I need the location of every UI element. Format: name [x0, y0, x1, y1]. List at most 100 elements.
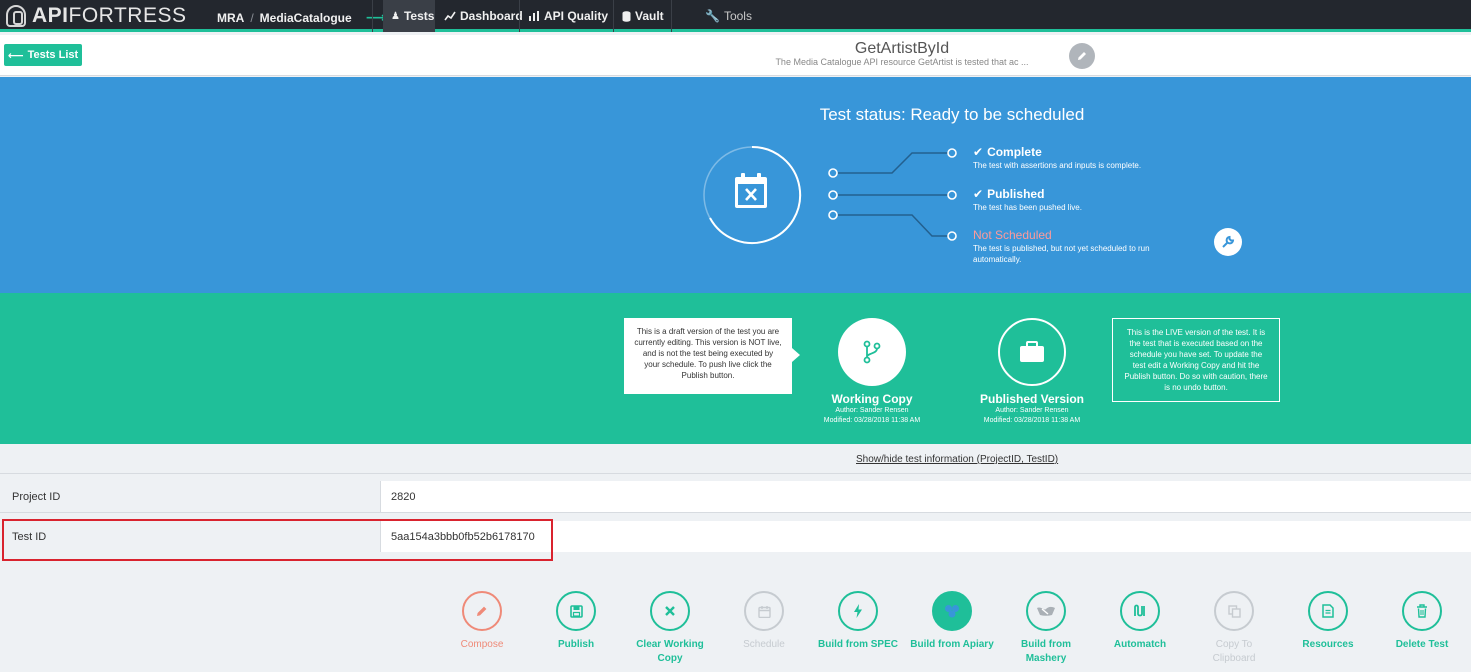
build-from-spec-button[interactable]: Build from SPEC	[808, 591, 908, 652]
fortress-logo-icon	[6, 5, 26, 27]
resources-button[interactable]: Resources	[1278, 591, 1378, 652]
copy-icon	[1227, 604, 1241, 618]
git-branch-icon	[863, 340, 881, 364]
project-id-value[interactable]: 2820	[380, 481, 1471, 512]
checkmark-icon: ✔	[973, 145, 984, 159]
step-name: Published	[987, 187, 1045, 201]
breadcrumb-collection[interactable]: MediaCatalogue	[260, 11, 352, 25]
resources-label: Resources	[1302, 639, 1354, 650]
test-id-highlight	[2, 519, 553, 561]
copy-label-line2: Clipboard	[1212, 653, 1256, 664]
project-id-label: Project ID	[12, 491, 61, 503]
apiary-icon	[945, 605, 959, 618]
test-title-bar: ⟵ Tests List GetArtistById The Media Cat…	[0, 35, 1471, 76]
pencil-icon	[1078, 52, 1086, 60]
nav-tab-label: Vault	[635, 9, 664, 23]
nav-tab-api-quality[interactable]: API Quality	[520, 0, 616, 32]
status-connector-lines	[828, 148, 957, 241]
nav-tab-label: Tools	[723, 9, 752, 23]
copy-to-clipboard-button[interactable]: Copy To Clipboard	[1184, 591, 1284, 666]
versions-panel: This is a draft version of the test you …	[0, 293, 1471, 444]
build-from-mashery-button[interactable]: Build from Mashery	[996, 591, 1096, 666]
publish-button[interactable]: Publish	[526, 591, 626, 652]
tests-list-button[interactable]: ⟵ Tests List	[4, 44, 82, 66]
nav-divider	[372, 0, 373, 32]
build-from-apiary-button[interactable]: Build from Apiary	[902, 591, 1002, 652]
arrow-left-icon: ⟵	[7, 49, 24, 62]
mashery-label-line2: Mashery	[1025, 653, 1067, 664]
test-actions-bar: Compose Publish Clear Working Copy Schedu…	[0, 561, 1471, 672]
working-copy-button[interactable]	[838, 318, 906, 386]
published-version-title: Published Version	[979, 392, 1085, 406]
status-heading: Test status: Ready to be scheduled	[819, 105, 1085, 124]
schedule-label: Schedule	[743, 639, 785, 650]
status-step-published: ✔ Published The test has been pushed live…	[973, 187, 1183, 213]
working-copy-info: Working Copy Author: Sander Rensen Modif…	[802, 392, 942, 426]
automatch-icon	[1134, 604, 1145, 617]
mashery-icon	[1037, 606, 1055, 616]
checkmark-icon: ✔	[973, 187, 984, 201]
published-version-button[interactable]	[998, 318, 1066, 386]
live-version-note: This is the LIVE version of the test. It…	[1112, 318, 1280, 402]
nav-tab-label: API Quality	[544, 9, 609, 23]
save-icon	[569, 604, 583, 618]
document-icon	[1322, 604, 1334, 618]
delete-test-label: Delete Test	[1395, 639, 1449, 650]
nav-divider	[671, 0, 672, 32]
breadcrumb-project[interactable]: MRA	[217, 11, 244, 25]
build-from-spec-label: Build from SPEC	[817, 639, 898, 650]
logo-fortress-text: FORTRESS	[68, 4, 187, 27]
step-description: The test with assertions and inputs is c…	[973, 161, 1142, 170]
pencil-icon	[477, 606, 487, 616]
breadcrumb: MRA / MediaCatalogue ⟶	[217, 9, 386, 26]
compose-button[interactable]: Compose	[432, 591, 532, 652]
delete-test-button[interactable]: Delete Test	[1372, 591, 1471, 652]
show-hide-info-link[interactable]: Show/hide test information (ProjectID, T…	[856, 454, 1058, 465]
build-from-apiary-label: Build from Apiary	[910, 639, 994, 650]
status-step-not-scheduled: Not Scheduled The test is published, but…	[973, 228, 1183, 265]
mashery-label-line1: Build from	[1021, 639, 1071, 650]
schedule-settings-button[interactable]	[1214, 228, 1242, 256]
nav-tab-dashboard[interactable]: Dashboard	[436, 0, 531, 32]
clear-working-copy-button[interactable]: Clear Working Copy	[620, 591, 720, 666]
draft-version-note: This is a draft version of the test you …	[624, 318, 800, 394]
automatch-label: Automatch	[1113, 639, 1167, 650]
working-copy-title: Working Copy	[831, 392, 913, 406]
project-id-row: Project ID 2820	[0, 481, 1471, 513]
nav-tab-tools[interactable]: 🔧 Tools	[697, 0, 760, 32]
clear-label-line1: Clear Working	[636, 639, 704, 650]
test-info-toggle-row: Show/hide test information (ProjectID, T…	[0, 444, 1471, 474]
nav-tab-vault[interactable]: Vault	[614, 0, 672, 32]
test-description: The Media Catalogue API resource GetArti…	[775, 57, 1029, 67]
calendar-icon	[757, 605, 771, 618]
bar-chart-icon	[529, 11, 539, 21]
close-icon	[665, 606, 675, 616]
step-name: Complete	[987, 145, 1042, 159]
breadcrumb-separator: /	[250, 10, 254, 25]
clear-label-line2: Copy	[657, 653, 683, 664]
published-version-modified: Modified: 03/28/2018 11:38 AM	[983, 417, 1081, 424]
top-navbar: APIFORTRESS MRA / MediaCatalogue ⟶ ♟ Tes…	[0, 0, 1471, 32]
logo-api-text: API	[32, 4, 69, 27]
edit-title-button[interactable]	[1069, 43, 1095, 69]
trash-icon	[1417, 604, 1427, 618]
database-icon	[622, 10, 631, 22]
status-step-complete: ✔ Complete The test with assertions and i…	[973, 145, 1183, 171]
schedule-button[interactable]: Schedule	[714, 591, 814, 652]
test-title: GetArtistById	[854, 40, 950, 57]
tests-list-label: Tests List	[27, 49, 79, 61]
calendar-cross-icon	[735, 173, 767, 208]
line-chart-icon	[444, 11, 456, 21]
nav-tab-tests[interactable]: ♟ Tests	[383, 0, 435, 32]
step-name: Not Scheduled	[973, 228, 1052, 242]
published-version-author: Author: Sander Rensen	[995, 407, 1069, 414]
nav-tab-label: Tests	[403, 9, 435, 23]
automatch-button[interactable]: Automatch	[1090, 591, 1190, 652]
apifortress-logo[interactable]: APIFORTRESS	[6, 4, 187, 27]
working-copy-modified: Modified: 03/28/2018 11:38 AM	[823, 417, 921, 424]
wrench-icon: 🔧	[705, 9, 720, 23]
copy-label-line1: Copy To	[1215, 639, 1253, 650]
publish-label: Publish	[557, 639, 595, 650]
compose-label: Compose	[460, 639, 504, 650]
working-copy-author: Author: Sander Rensen	[835, 407, 909, 414]
